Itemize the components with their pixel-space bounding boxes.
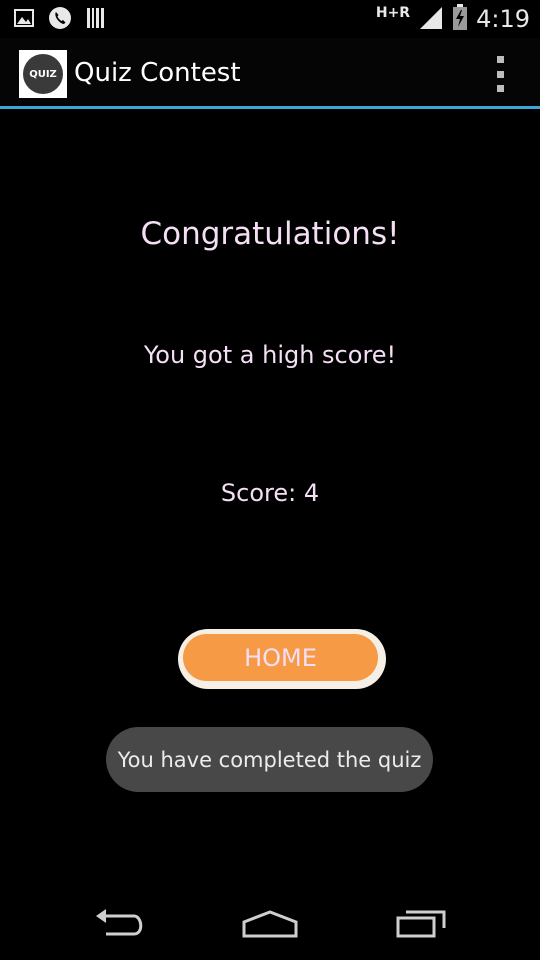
app-logo-icon[interactable]: QUIZ [19, 50, 67, 98]
phone-icon [48, 6, 72, 34]
congratulations-heading: Congratulations! [140, 216, 400, 252]
action-bar: QUIZ Quiz Contest [0, 38, 540, 109]
score-text: Score: 4 [220, 479, 320, 507]
screen: H+R 4:19 QUIZ Quiz Contest Congratulatio… [0, 0, 540, 960]
recent-apps-icon[interactable] [392, 904, 452, 944]
image-icon [14, 8, 34, 32]
overflow-menu-icon[interactable] [490, 56, 510, 92]
barcode-icon [86, 7, 106, 33]
status-notifications [14, 6, 106, 34]
home-button-label: HOME [183, 634, 378, 681]
back-icon[interactable] [90, 904, 150, 944]
status-system: H+R 4:19 [376, 4, 530, 34]
app-logo-badge: QUIZ [23, 54, 63, 94]
home-icon[interactable] [240, 904, 300, 944]
app-title: Quiz Contest [74, 58, 241, 88]
signal-icon [418, 5, 444, 33]
high-score-message: You got a high score! [143, 341, 397, 369]
network-type: H+R [375, 5, 411, 21]
toast-message: You have completed the quiz [106, 727, 433, 792]
home-button[interactable]: HOME [178, 629, 386, 689]
clock: 4:19 [476, 5, 530, 33]
navigation-bar [0, 888, 540, 960]
status-bar: H+R 4:19 [0, 0, 540, 38]
battery-icon [452, 4, 468, 34]
